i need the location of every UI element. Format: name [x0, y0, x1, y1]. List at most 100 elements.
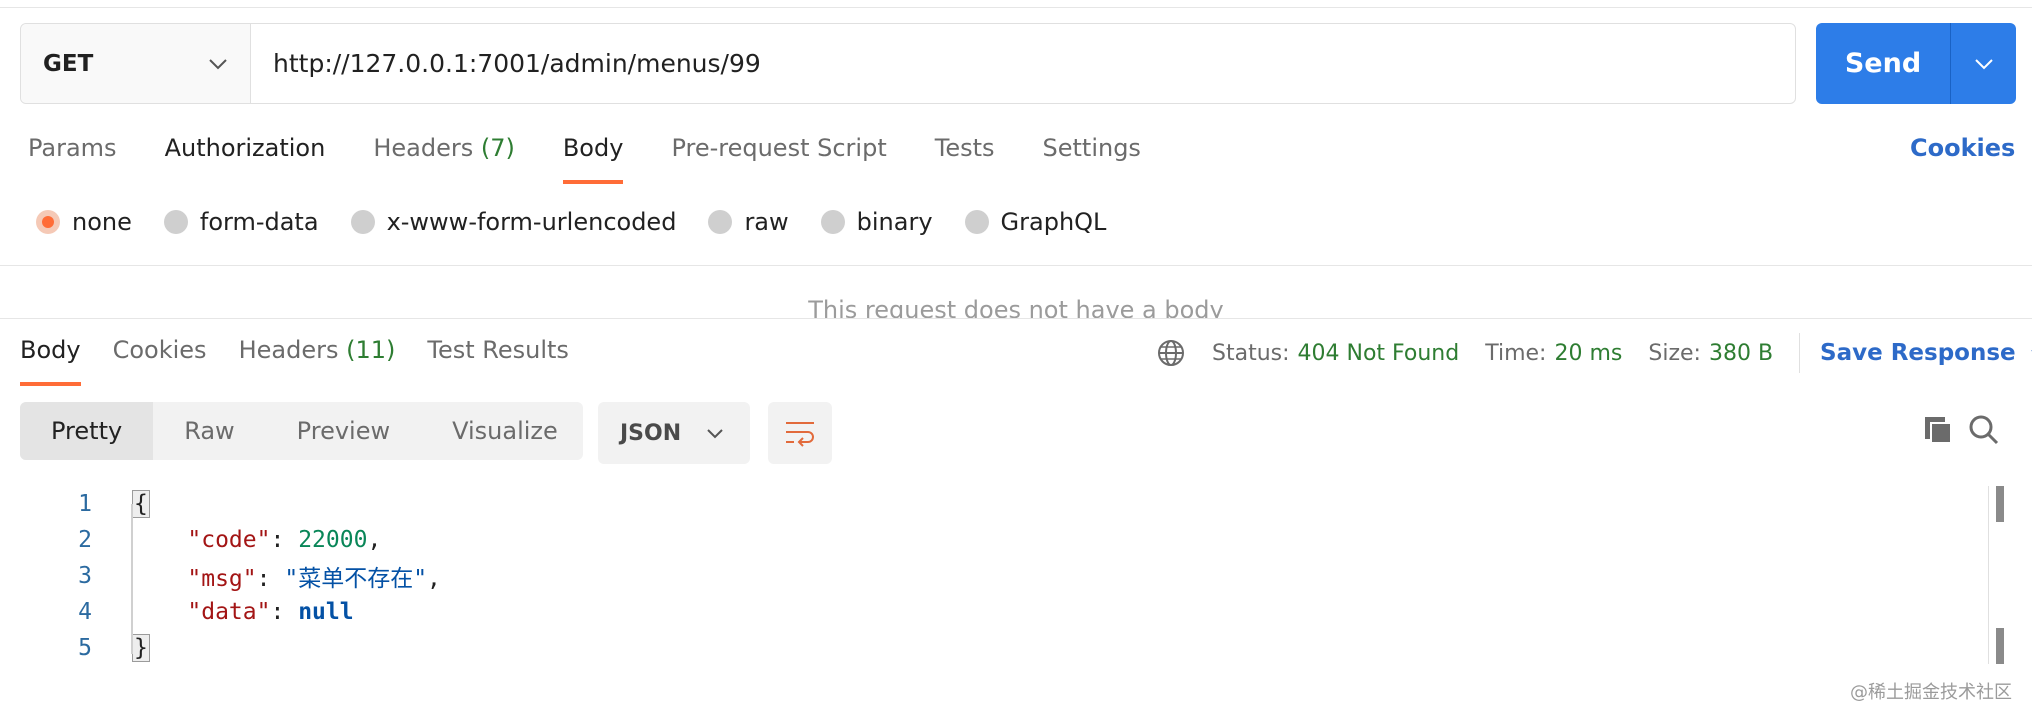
tab-tests[interactable]: Tests [935, 134, 995, 184]
scrollbar-thumb[interactable] [1996, 486, 2004, 522]
code-line: 3 "msg": "菜单不存在", [0, 558, 441, 594]
tab-params[interactable]: Params [28, 134, 117, 184]
method-label: GET [43, 50, 94, 77]
code-text: } [132, 634, 150, 662]
postman-window: GET http://127.0.0.1:7001/admin/menus/99… [0, 0, 2032, 720]
size-label: Size: [1648, 340, 1701, 366]
radio-raw[interactable]: raw [708, 208, 789, 236]
response-tab-cookies[interactable]: Cookies [113, 336, 207, 386]
time-value[interactable]: 20 ms [1554, 341, 1622, 366]
wrap-lines-icon [786, 422, 814, 447]
globe-icon[interactable] [1156, 338, 1186, 368]
save-response-button[interactable]: Save Response [1820, 340, 2032, 366]
code-text: "code": 22000, [187, 527, 382, 553]
code-text: { [132, 490, 150, 518]
code-text: "data": null [187, 599, 354, 625]
radio-icon [820, 210, 845, 234]
view-preview[interactable]: Preview [266, 402, 421, 460]
radio-label: binary [856, 208, 933, 236]
radio-label: none [72, 208, 132, 236]
response-tab-body[interactable]: Body [20, 336, 81, 386]
chevron-down-icon [1974, 58, 1993, 69]
format-label: JSON [620, 420, 682, 446]
chevron-down-icon [209, 58, 227, 69]
code-line: 1 { [0, 486, 150, 522]
save-response-label: Save Response [1820, 340, 2016, 366]
json-key: "code" [187, 527, 271, 553]
code-line: 5 } [0, 630, 150, 666]
method-select[interactable]: GET [21, 24, 251, 103]
tab-body[interactable]: Body [562, 134, 623, 184]
status-value[interactable]: 404 Not Found [1298, 341, 1460, 366]
chevron-down-icon [707, 428, 723, 438]
response-meta: Status: 404 Not Found Time: 20 ms Size: … [1156, 333, 2032, 373]
tab-headers[interactable]: Headers (7) [373, 134, 515, 184]
send-button-group: Send [1816, 23, 2016, 104]
response-tab-test-results[interactable]: Test Results [427, 336, 569, 386]
search-icon[interactable] [1968, 414, 2000, 446]
line-number: 5 [78, 635, 92, 661]
line-number: 1 [78, 491, 92, 517]
close-brace: } [132, 634, 150, 662]
json-string: "菜单不存在" [284, 566, 428, 592]
status-label: Status: [1212, 340, 1290, 366]
send-button[interactable]: Send [1816, 23, 1950, 104]
response-headers-count: (11) [346, 336, 396, 364]
send-options-button[interactable] [1950, 23, 2016, 104]
radio-none[interactable]: none [36, 208, 132, 236]
view-pretty[interactable]: Pretty [20, 402, 154, 460]
json-key: "msg" [187, 566, 257, 592]
radio-form-data[interactable]: form-data [163, 208, 319, 236]
radio-label: raw [744, 208, 789, 236]
tab-authorization[interactable]: Authorization [165, 134, 326, 184]
format-select[interactable]: JSON [598, 402, 750, 464]
radio-icon [964, 210, 989, 234]
radio-binary[interactable]: binary [820, 208, 933, 236]
line-number: 2 [78, 527, 92, 553]
divider [0, 265, 2032, 266]
copy-icon[interactable] [1922, 414, 1954, 446]
body-type-radios: none form-data x-www-form-urlencoded raw… [36, 208, 1138, 236]
tab-settings[interactable]: Settings [1043, 134, 1141, 184]
wrap-lines-button[interactable] [768, 402, 832, 464]
tab-pre-request-script[interactable]: Pre-request Script [671, 134, 886, 184]
radio-label: GraphQL [1000, 208, 1107, 236]
radio-icon [708, 210, 733, 234]
response-tab-headers-label: Headers [238, 336, 339, 364]
radio-graphql[interactable]: GraphQL [964, 208, 1107, 236]
scrollbar-thumb[interactable] [1996, 628, 2004, 664]
radio-icon [350, 210, 375, 234]
open-brace: { [132, 490, 150, 518]
request-bar: GET http://127.0.0.1:7001/admin/menus/99 [20, 23, 1796, 104]
json-null: null [298, 599, 354, 625]
cookies-link[interactable]: Cookies [1910, 134, 2015, 162]
indent-guide [131, 504, 133, 654]
radio-label: form-data [199, 208, 319, 236]
response-tab-headers[interactable]: Headers (11) [239, 336, 396, 386]
line-number: 4 [78, 599, 92, 625]
code-line: 4 "data": null [0, 594, 353, 630]
radio-x-www-form-urlencoded[interactable]: x-www-form-urlencoded [350, 208, 677, 236]
response-tabs: Body Cookies Headers (11) Test Results [20, 336, 601, 386]
divider [1799, 333, 1801, 373]
request-tabs: Params Authorization Headers (7) Body Pr… [28, 134, 1189, 184]
line-number: 3 [78, 563, 92, 589]
scrollbar-track [1988, 486, 1989, 664]
headers-count: (7) [480, 134, 515, 162]
top-edge [0, 0, 2032, 8]
time-label: Time: [1485, 340, 1547, 366]
radio-icon [163, 210, 188, 234]
view-visualize[interactable]: Visualize [421, 402, 589, 460]
view-raw[interactable]: Raw [153, 402, 265, 460]
view-mode-segment: Pretty Raw Preview Visualize [20, 402, 583, 460]
code-line: 2 "code": 22000, [0, 522, 381, 558]
url-input[interactable]: http://127.0.0.1:7001/admin/menus/99 [251, 49, 761, 78]
response-body-editor[interactable]: 1 { 2 "code": 22000, 3 "msg": "菜单不存在", 4… [0, 486, 2032, 666]
tab-headers-label: Headers [373, 134, 474, 162]
size-value[interactable]: 380 B [1709, 341, 1773, 366]
radio-selected-icon [36, 210, 60, 234]
json-key: "data" [187, 599, 271, 625]
radio-label: x-www-form-urlencoded [386, 208, 677, 236]
code-text: "msg": "菜单不存在", [187, 566, 441, 592]
watermark: @稀土掘金技术社区 [1850, 682, 2012, 703]
